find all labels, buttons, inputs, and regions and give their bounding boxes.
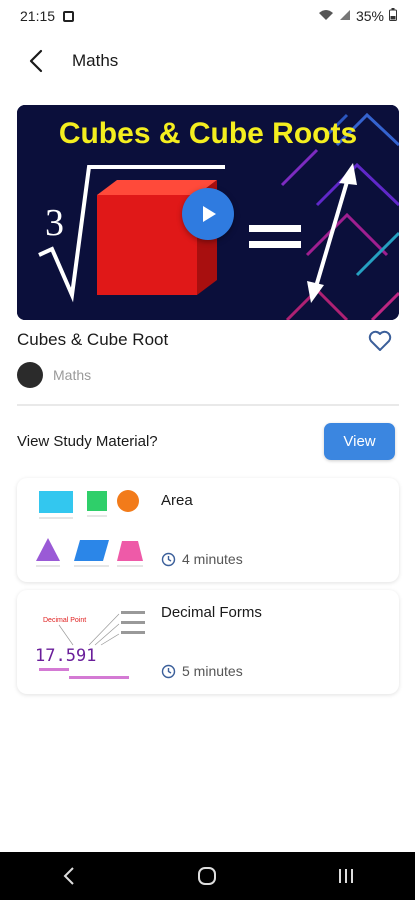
page-title: Maths: [72, 51, 119, 70]
lesson-duration-row: 5 minutes: [161, 663, 243, 679]
root-index: 3: [45, 202, 64, 244]
divider: [17, 404, 399, 406]
home-icon: [198, 867, 217, 885]
favorite-button[interactable]: [365, 326, 395, 356]
clock-icon: [161, 552, 176, 566]
app-bar: Maths: [0, 36, 415, 86]
recents-icon: [338, 869, 353, 883]
back-arrow-icon: [29, 49, 43, 73]
category-avatar: [17, 362, 43, 388]
view-button[interactable]: View: [324, 422, 395, 460]
lesson-card-decimal-forms[interactable]: Decimal Point 17.591 Decimal Forms 5 min…: [17, 590, 399, 694]
heart-icon: [368, 330, 392, 351]
notification-icon: [63, 10, 75, 22]
back-button[interactable]: [16, 41, 56, 81]
play-button[interactable]: [182, 188, 234, 240]
category-label: Maths: [53, 367, 92, 383]
thumb-caption: Decimal Point: [43, 617, 86, 624]
back-icon: [63, 867, 74, 885]
battery-icon: [389, 8, 397, 24]
system-recents-button[interactable]: [316, 856, 376, 896]
thumb-number: 17.591: [35, 646, 96, 666]
lesson-duration: 5 minutes: [182, 663, 243, 679]
battery-level: 35%: [355, 8, 384, 24]
study-material-label: View Study Material?: [17, 432, 158, 450]
decimal-forms-thumbnail: Decimal Point 17.591: [29, 598, 159, 686]
lesson-duration: 4 minutes: [182, 551, 243, 567]
study-material-row: View Study Material? View: [17, 422, 395, 460]
lesson-card-area[interactable]: Area 4 minutes: [17, 478, 399, 582]
lesson-duration-row: 4 minutes: [161, 551, 243, 567]
wifi-icon: [318, 8, 334, 24]
status-time: 21:15: [20, 8, 56, 24]
signal-icon: [339, 8, 351, 24]
system-nav-bar: [0, 852, 415, 900]
system-back-button[interactable]: [39, 856, 99, 896]
course-title: Cubes & Cube Root: [17, 330, 169, 349]
area-thumbnail: [29, 486, 159, 574]
status-bar: 21:15 35%: [0, 0, 415, 32]
play-icon: [203, 206, 216, 222]
lesson-title: Area: [161, 492, 193, 509]
system-home-button[interactable]: [177, 856, 237, 896]
video-player[interactable]: Cubes & Cube Roots 3: [17, 105, 399, 320]
clock-icon: [161, 664, 176, 678]
lesson-title: Decimal Forms: [161, 604, 262, 621]
category-row: Maths: [17, 362, 91, 388]
thumbnail-title: Cubes & Cube Roots: [59, 117, 357, 150]
